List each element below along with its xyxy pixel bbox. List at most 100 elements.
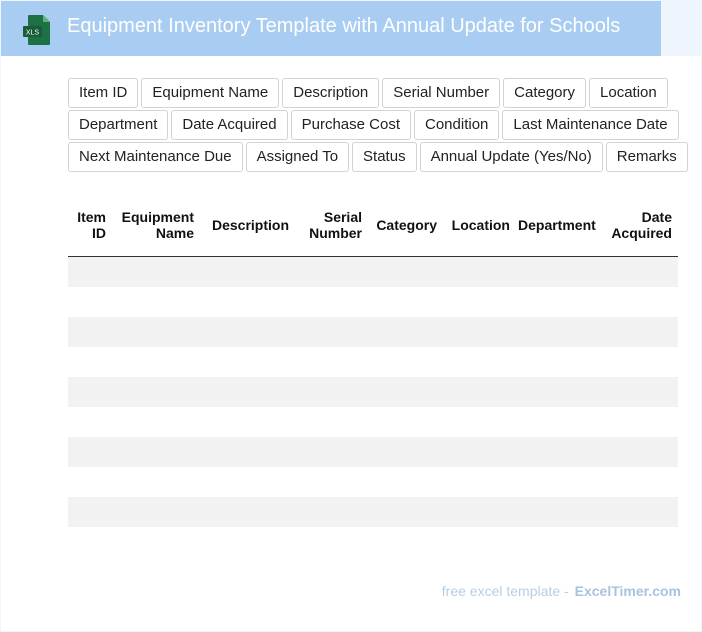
column-header: Location — [443, 193, 516, 257]
table-cell[interactable] — [200, 437, 295, 467]
table-cell[interactable] — [368, 437, 443, 467]
table-cell[interactable] — [443, 256, 516, 287]
table-cell[interactable] — [200, 317, 295, 347]
footer-text: free excel template - — [441, 583, 569, 599]
table-cell[interactable] — [112, 407, 200, 437]
table-cell[interactable] — [443, 467, 516, 497]
field-chip: Remarks — [605, 142, 688, 172]
table-cell[interactable] — [516, 347, 598, 377]
table-cell[interactable] — [598, 347, 678, 377]
table-cell[interactable] — [443, 407, 516, 437]
table-body — [68, 256, 678, 557]
table-cell[interactable] — [68, 287, 112, 317]
table-cell[interactable] — [68, 437, 112, 467]
table-cell[interactable] — [68, 347, 112, 377]
table-row — [68, 377, 678, 407]
table-row — [68, 317, 678, 347]
table-cell[interactable] — [516, 256, 598, 287]
table-cell[interactable] — [295, 347, 368, 377]
table-cell[interactable] — [516, 497, 598, 527]
table-cell[interactable] — [295, 467, 368, 497]
table-cell[interactable] — [443, 527, 516, 557]
table-cell[interactable] — [598, 317, 678, 347]
table-cell[interactable] — [443, 437, 516, 467]
table-cell[interactable] — [443, 497, 516, 527]
table-cell[interactable] — [68, 407, 112, 437]
table-cell[interactable] — [443, 377, 516, 407]
table-cell[interactable] — [295, 287, 368, 317]
table-cell[interactable] — [368, 407, 443, 437]
table-cell[interactable] — [516, 287, 598, 317]
table-cell[interactable] — [443, 347, 516, 377]
table-row — [68, 497, 678, 527]
inventory-table-wrapper: Item ID Equipment Name Description Serial N… — [68, 193, 678, 557]
field-chip: Description — [282, 78, 380, 108]
table-cell[interactable] — [200, 497, 295, 527]
table-cell[interactable] — [516, 437, 598, 467]
table-cell[interactable] — [112, 347, 200, 377]
table-cell[interactable] — [200, 287, 295, 317]
table-cell[interactable] — [598, 377, 678, 407]
header-banner: XLS Equipment Inventory Template with An… — [1, 1, 661, 56]
table-cell[interactable] — [200, 467, 295, 497]
table-cell[interactable] — [443, 317, 516, 347]
table-cell[interactable] — [368, 527, 443, 557]
table-row — [68, 527, 678, 557]
table-cell[interactable] — [368, 256, 443, 287]
table-cell[interactable] — [295, 497, 368, 527]
table-cell[interactable] — [598, 497, 678, 527]
table-cell[interactable] — [368, 377, 443, 407]
table-cell[interactable] — [516, 377, 598, 407]
table-cell[interactable] — [443, 287, 516, 317]
table-cell[interactable] — [598, 407, 678, 437]
table-cell[interactable] — [516, 407, 598, 437]
table-cell[interactable] — [200, 527, 295, 557]
header-row: Item ID Equipment Name Description Serial N… — [68, 193, 678, 257]
column-header: Item ID — [68, 193, 112, 257]
table-cell[interactable] — [598, 287, 678, 317]
table-cell[interactable] — [112, 437, 200, 467]
page: XLS Equipment Inventory Template with An… — [1, 1, 701, 631]
field-chip: Next Maintenance Due — [68, 142, 243, 172]
table-cell[interactable] — [295, 256, 368, 287]
table-cell[interactable] — [368, 467, 443, 497]
table-cell[interactable] — [516, 467, 598, 497]
table-cell[interactable] — [368, 347, 443, 377]
table-cell[interactable] — [68, 527, 112, 557]
table-cell[interactable] — [598, 437, 678, 467]
table-cell[interactable] — [516, 527, 598, 557]
table-cell[interactable] — [598, 467, 678, 497]
table-cell[interactable] — [112, 497, 200, 527]
table-cell[interactable] — [200, 347, 295, 377]
table-cell[interactable] — [200, 407, 295, 437]
table-cell[interactable] — [112, 256, 200, 287]
table-cell[interactable] — [112, 377, 200, 407]
table-cell[interactable] — [68, 377, 112, 407]
table-cell[interactable] — [295, 437, 368, 467]
table-cell[interactable] — [368, 497, 443, 527]
table-cell[interactable] — [295, 407, 368, 437]
table-cell[interactable] — [598, 527, 678, 557]
table-cell[interactable] — [368, 317, 443, 347]
table-cell[interactable] — [200, 377, 295, 407]
field-chip: Item ID — [68, 78, 139, 108]
table-cell[interactable] — [68, 497, 112, 527]
field-chip: Date Acquired — [171, 110, 288, 140]
table-cell[interactable] — [368, 287, 443, 317]
table-cell[interactable] — [68, 467, 112, 497]
table-cell[interactable] — [295, 377, 368, 407]
table-row — [68, 347, 678, 377]
table-cell[interactable] — [295, 527, 368, 557]
table-cell[interactable] — [112, 317, 200, 347]
table-cell[interactable] — [68, 256, 112, 287]
table-cell[interactable] — [112, 527, 200, 557]
xls-file-icon: XLS — [23, 14, 53, 46]
table-cell[interactable] — [295, 317, 368, 347]
table-cell[interactable] — [598, 256, 678, 287]
table-cell[interactable] — [68, 317, 112, 347]
footer-brand-link[interactable]: ExcelTimer.com — [575, 583, 681, 599]
table-cell[interactable] — [516, 317, 598, 347]
table-cell[interactable] — [112, 467, 200, 497]
table-cell[interactable] — [112, 287, 200, 317]
table-cell[interactable] — [200, 256, 295, 287]
